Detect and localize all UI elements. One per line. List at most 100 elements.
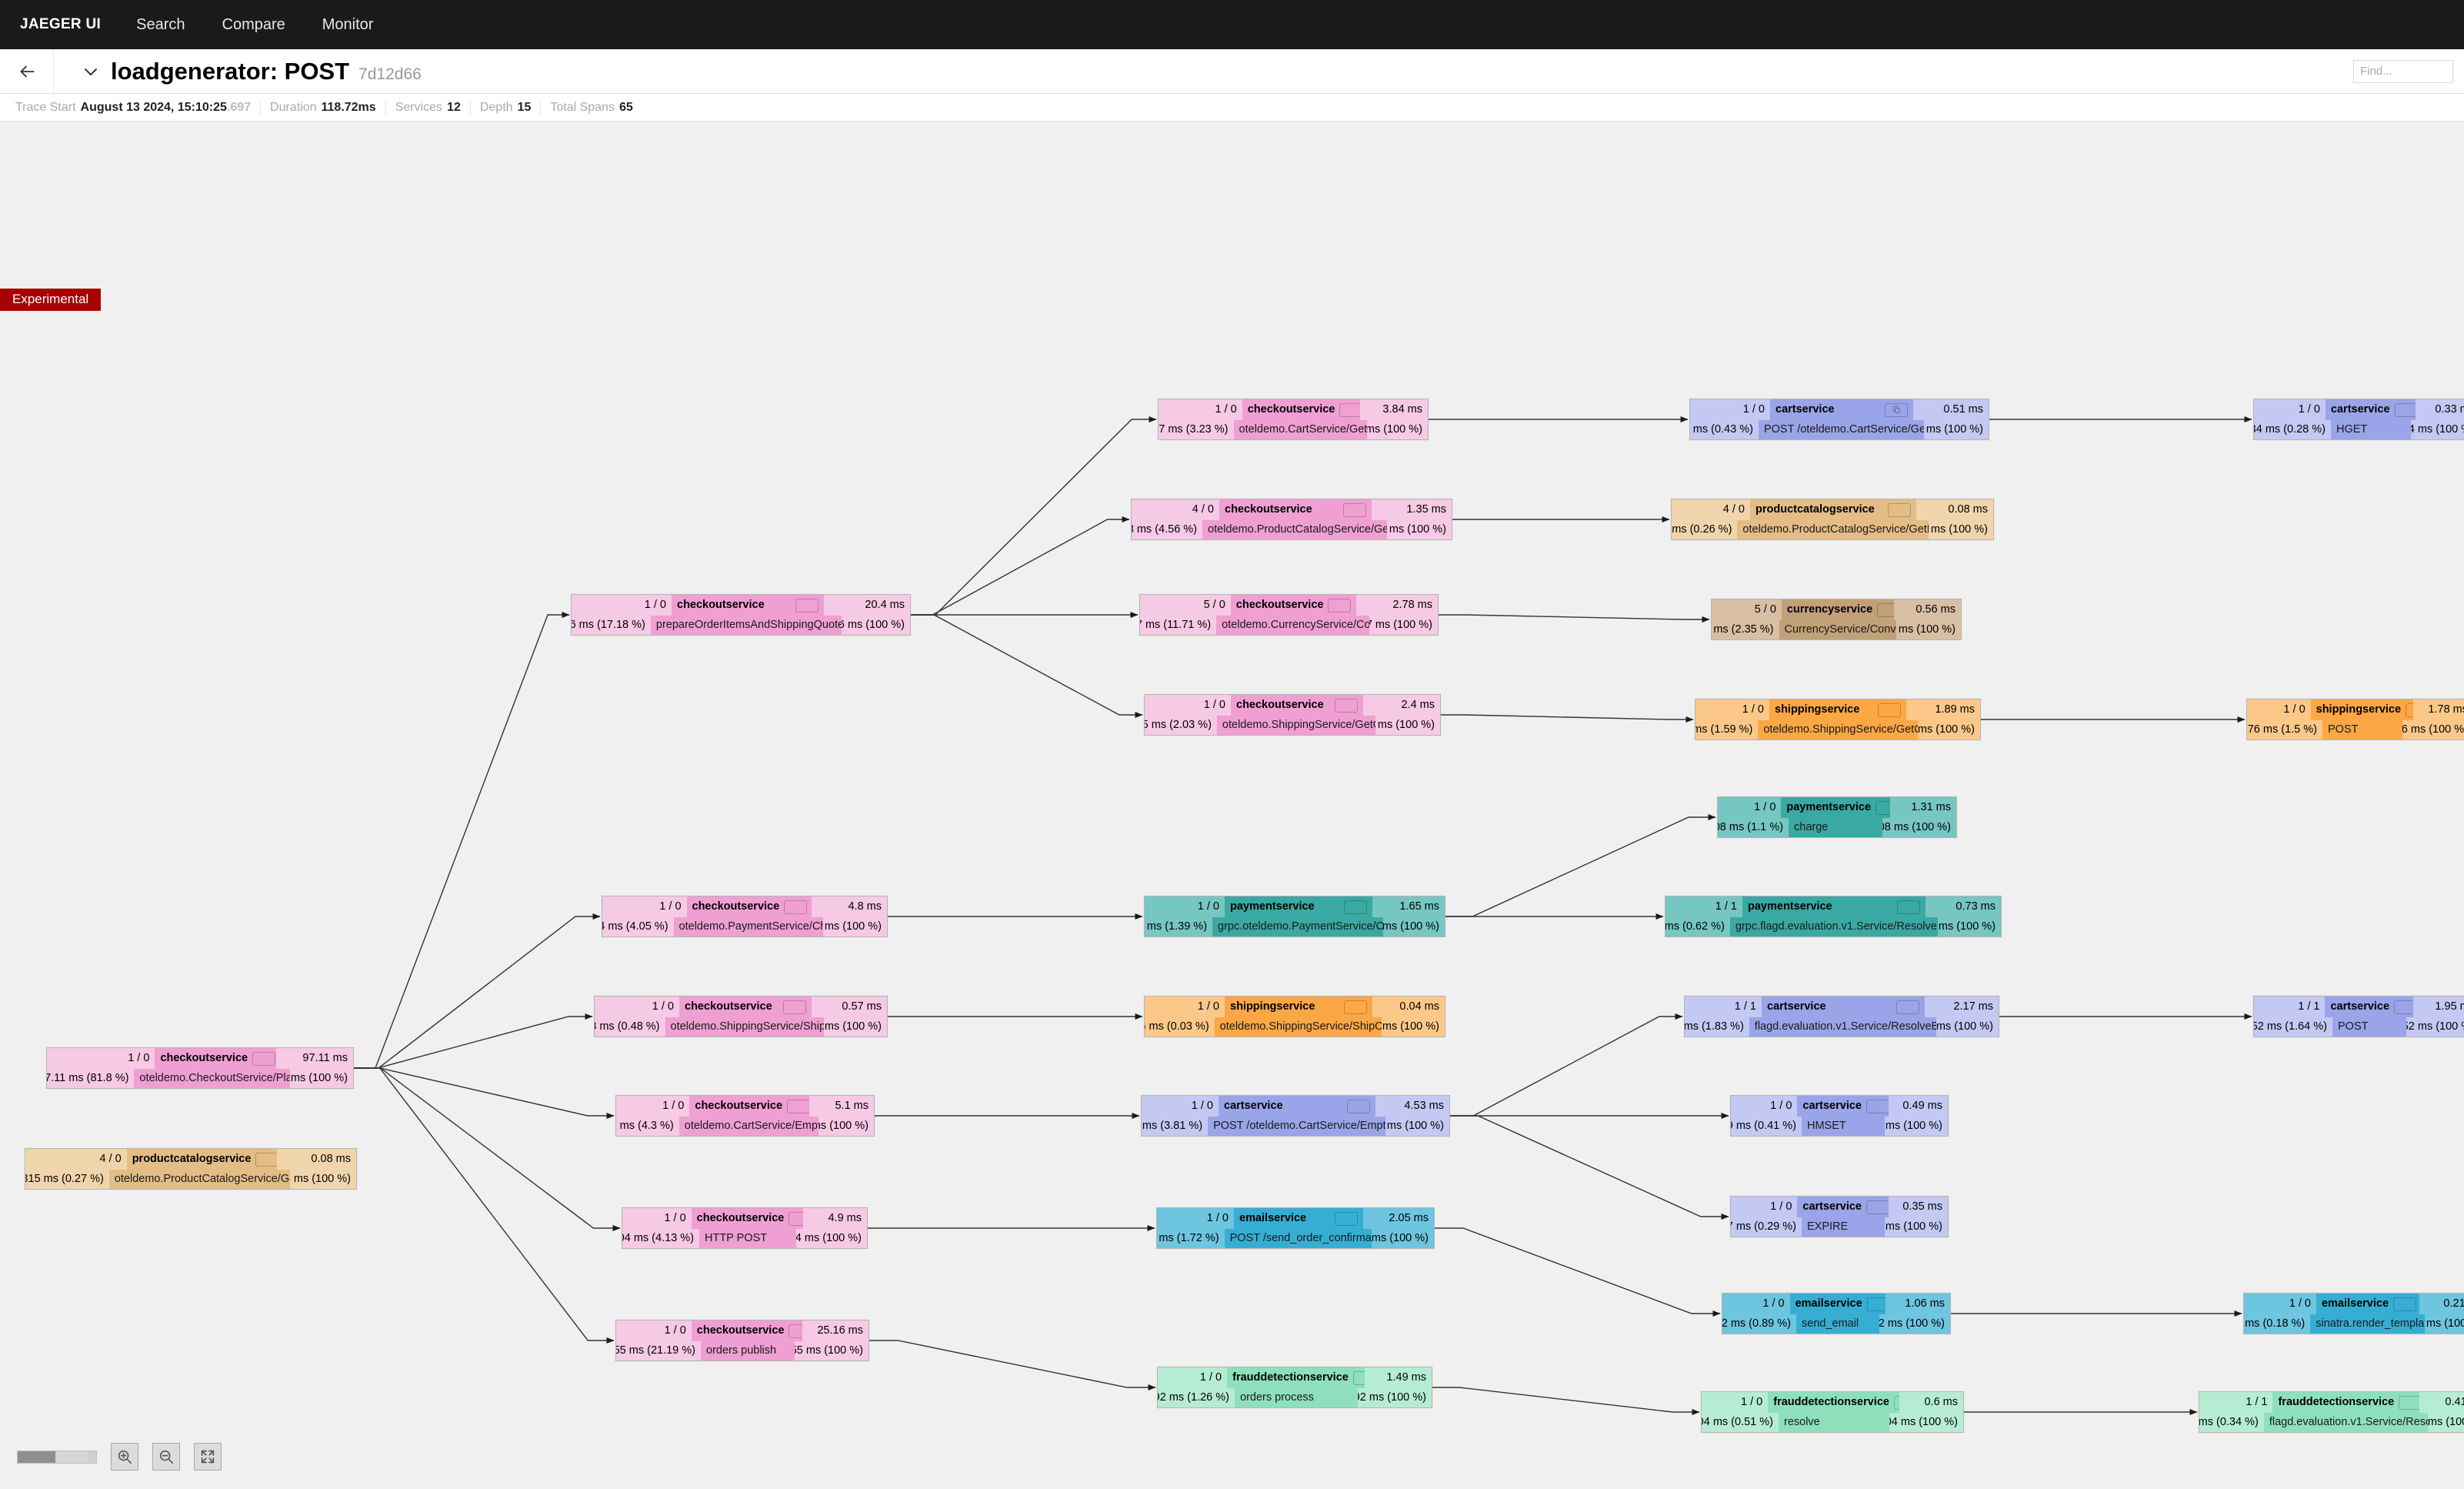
node-detail-chip[interactable] (255, 1152, 277, 1167)
node-service-name: frauddetectionservice (1773, 1396, 1889, 1409)
copy-icon[interactable] (1885, 402, 1908, 417)
graph-node[interactable]: 1 / 0 emailservice 0.21 ms 0.212 ms (0.18 %… (2243, 1293, 2464, 1334)
node-detail-chip[interactable] (784, 900, 808, 914)
node-detail-chip[interactable] (787, 1099, 809, 1113)
graph-node[interactable]: 1 / 1 cartservice 2.17 ms 2.172 ms (1.83 %)… (1684, 996, 1999, 1037)
node-service-name: currencyservice (1786, 603, 1873, 616)
graph-node[interactable]: 1 / 1 paymentservice 0.73 ms 0.733 ms (0.62… (1665, 896, 2002, 937)
graph-node[interactable]: 1 / 0 checkoutservice 5.1 ms 5.1 ms (4.3 %)… (615, 1095, 875, 1137)
node-self-time: 20.396 ms (17.18 %) (572, 616, 651, 635)
node-detail-chip[interactable] (1344, 1000, 1367, 1014)
zoom-in-icon[interactable] (111, 1443, 138, 1471)
node-detail-chip[interactable] (1352, 1370, 1365, 1385)
graph-node[interactable]: 1 / 0frauddetectionservice1.49 ms1.492 m… (1157, 1367, 1432, 1408)
graph-node[interactable]: 1 / 0 shippingservice 0.04 ms 0.036 ms (0.0… (1144, 996, 1445, 1037)
node-service-name: checkoutservice (160, 1052, 248, 1065)
graph-node[interactable]: 1 / 0 shippingservice 1.89 ms 1.89 ms (1.59… (1695, 699, 1981, 740)
node-count: 1 / 0 (1159, 399, 1242, 420)
node-detail-chip[interactable] (1866, 1099, 1889, 1113)
node-count: 1 / 0 (1695, 699, 1769, 720)
node-detail-chip[interactable] (783, 1000, 806, 1014)
node-detail-chip[interactable] (1876, 800, 1891, 815)
graph-node[interactable]: 4 / 0productcatalogservice0.08 ms0.315 m… (25, 1148, 357, 1190)
nav-link-search[interactable]: Search (118, 16, 203, 34)
graph-node[interactable]: 1 / 0 cartservice 0.33 ms 0.334 ms (0.28 %)… (2253, 399, 2464, 440)
graph-node[interactable]: 1 / 0 paymentservice 1.65 ms 1.649 ms (1.39… (1144, 896, 1445, 937)
node-detail-chip[interactable] (1897, 900, 1920, 914)
graph-node[interactable]: 1 / 0 checkoutservice 3.84 ms 3.837 ms (3.2… (1158, 399, 1429, 440)
node-operation-name: POST /oteldemo.CartService/EmptyCart (1213, 1120, 1386, 1133)
graph-node[interactable]: 1 / 0 checkoutservice 4.8 ms 4.804 ms (4.05… (602, 896, 888, 937)
node-detail-chip[interactable] (789, 1211, 804, 1226)
back-arrow-icon[interactable] (0, 48, 54, 94)
node-detail-chip[interactable] (1877, 603, 1894, 617)
node-service-row: checkoutservice (1242, 399, 1360, 420)
node-detail-chip[interactable] (1335, 698, 1358, 713)
node-detail-chip[interactable] (1866, 1297, 1886, 1311)
node-detail-chip[interactable] (252, 1051, 276, 1066)
node-self-time: 0.509 ms (0.43 %) (1690, 420, 1759, 439)
graph-node[interactable]: 1 / 0 checkoutservice 0.57 ms 0.568 ms (0.4… (594, 996, 888, 1037)
node-detail-chip[interactable] (2399, 1395, 2420, 1410)
graph-node[interactable]: 1 / 0 cartservice 0.35 ms 0.347 ms (0.29 %)… (1730, 1196, 1949, 1237)
node-detail-chip[interactable] (1866, 1200, 1889, 1214)
node-service-row: cartservice (1762, 997, 1925, 1017)
node-detail-chip[interactable] (2406, 703, 2414, 717)
nav-link-compare[interactable]: Compare (204, 16, 304, 34)
node-total-time: 3.84 ms (1359, 399, 1428, 420)
graph-node[interactable]: 1 / 0 emailservice 1.06 ms 1.062 ms (0.89 %… (1722, 1293, 1951, 1334)
node-detail-chip[interactable] (1335, 1211, 1358, 1226)
node-self-time: 1.492 ms (1.26 %) (1158, 1388, 1235, 1407)
graph-node[interactable]: 5 / 0 checkoutservice 2.78 ms 13.897 ms (11… (1139, 594, 1439, 636)
node-detail-chip[interactable] (1896, 1000, 1919, 1014)
graph-node[interactable]: 4 / 0productcatalogservice0.08 ms0.31 ms… (1671, 499, 1994, 540)
node-detail-chip[interactable] (1343, 502, 1366, 517)
graph-node[interactable]: 1 / 0 paymentservice 1.31 ms 1.308 ms (1.1 … (1717, 796, 1957, 838)
graph-node[interactable]: 1 / 0 shippingservice 1.78 ms 1.776 ms (1.5… (2246, 699, 2464, 740)
graph-node[interactable]: 5 / 0 currencyservice 0.56 ms 2.786 ms (2.3… (1711, 599, 1962, 640)
node-detail-chip[interactable] (1893, 1395, 1900, 1410)
node-count: 1 / 0 (1718, 797, 1782, 818)
node-detail-chip[interactable] (1339, 402, 1360, 417)
graph-node[interactable]: 1 / 0 checkoutservice 20.4 ms 20.396 ms (17… (571, 594, 911, 636)
trace-graph-canvas[interactable]: Experimental 1 / 0 checkoutservice 97.11 m… (0, 122, 2464, 1489)
graph-node[interactable]: 1 / 0 checkoutservice 25.16 ms 25.155 ms (2… (615, 1320, 869, 1361)
graph-node[interactable]: 1 / 0 emailservice 2.05 ms 2.045 ms (1.72 %… (1156, 1207, 1435, 1249)
node-self-time: 0.347 ms (0.29 %) (1731, 1217, 1802, 1237)
graph-node[interactable]: 4 / 0 checkoutservice 1.35 ms 5.413 ms (4.5… (1131, 499, 1452, 540)
graph-node[interactable]: 1 / 0 cartservice 0.51 ms 0.509 ms (0.43 %)… (1689, 399, 1989, 440)
fit-to-screen-icon[interactable] (194, 1443, 222, 1471)
zoom-slider[interactable] (17, 1450, 97, 1464)
node-detail-chip[interactable] (2393, 1297, 2417, 1311)
graph-node[interactable]: 1 / 0frauddetectionservice0.6 ms0.604 ms… (1701, 1391, 1964, 1433)
node-total-time: 1.89 ms (1906, 699, 1980, 720)
node-detail-chip[interactable] (1328, 598, 1352, 613)
node-detail-chip[interactable] (795, 598, 819, 613)
graph-node[interactable]: 1 / 0 cartservice 0.49 ms 0.49 ms (0.41 %) H… (1730, 1095, 1949, 1137)
graph-node[interactable]: 1 / 0 cartservice 4.53 ms 4.526 ms (3.81 %)… (1141, 1095, 1450, 1137)
zoom-slider-thumb[interactable] (55, 1451, 88, 1463)
find-input[interactable]: Find... (2353, 60, 2453, 83)
zoom-out-icon[interactable] (152, 1443, 180, 1471)
node-operation-cell: oteldemo.ShippingService/ShipOrder (665, 1017, 825, 1037)
node-detail-chip[interactable] (2394, 402, 2416, 417)
node-self-time: 5.413 ms (4.56 %) (1132, 520, 1203, 539)
graph-node[interactable]: 1 / 1 cartservice 1.95 ms 1.952 ms (1.64 %)… (2253, 996, 2464, 1037)
node-self-time: 0.334 ms (0.28 %) (2254, 420, 2331, 439)
jaeger-logo[interactable]: JAEGER UI (20, 16, 118, 33)
node-detail-chip[interactable] (1878, 703, 1901, 717)
graph-node[interactable]: 1 / 0 checkoutservice 97.11 ms 97.11 ms (81… (46, 1047, 354, 1089)
node-detail-chip[interactable] (2394, 1000, 2413, 1014)
graph-node[interactable]: 1 / 0 checkoutservice 2.4 ms 2.405 ms (2.03… (1144, 694, 1441, 736)
chevron-down-icon[interactable] (71, 49, 111, 94)
graph-node[interactable]: 1 / 0 checkoutservice 4.9 ms 4.904 ms (4.13… (622, 1207, 868, 1249)
node-child-time: 2.786 ms (100 %) (1896, 620, 1961, 639)
node-detail-chip[interactable] (1888, 502, 1911, 517)
node-service-row: shippingservice (2310, 699, 2414, 720)
node-detail-chip[interactable] (1344, 900, 1367, 914)
meta-services-label: Services (395, 100, 443, 114)
node-detail-chip[interactable] (1347, 1099, 1370, 1113)
nav-link-monitor[interactable]: Monitor (304, 16, 392, 34)
node-detail-chip[interactable] (789, 1324, 803, 1338)
graph-node[interactable]: 1 / 1frauddetectionservice0.41 ms0.409 m… (2199, 1391, 2464, 1433)
